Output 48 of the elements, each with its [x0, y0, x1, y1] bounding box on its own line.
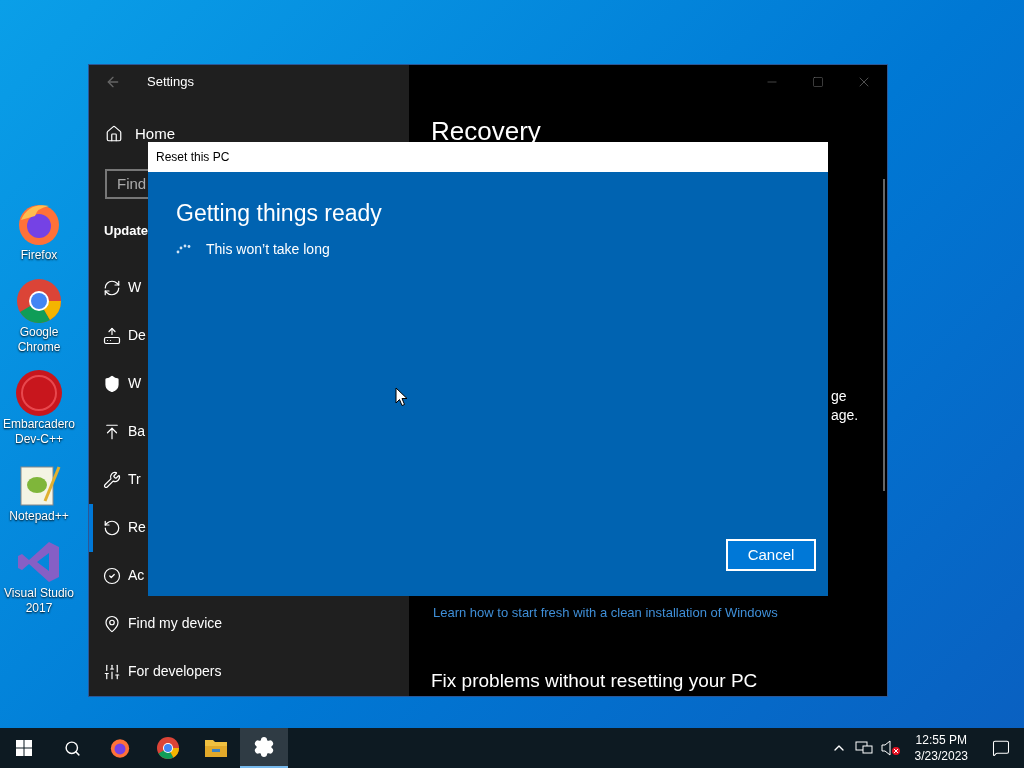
cancel-button[interactable]: Cancel: [726, 539, 816, 571]
disc-icon: [15, 369, 63, 417]
shield-icon: [103, 374, 121, 393]
nav-item[interactable]: Ba: [89, 407, 409, 456]
desktop-icon-label[interactable]: Notepad++: [9, 509, 69, 524]
chrome-icon: [156, 736, 180, 760]
dialog-title: Reset this PC: [156, 149, 230, 166]
network-icon[interactable]: [854, 740, 873, 756]
notification-icon[interactable]: [992, 739, 1010, 757]
upload-arrow-icon: [103, 422, 121, 441]
nav-item[interactable]: Ac: [89, 551, 409, 600]
sync-icon: [103, 278, 121, 297]
clean-install-link[interactable]: Learn how to start fresh with a clean installation of Windows: [433, 603, 887, 623]
mouse-pointer-icon: [395, 387, 408, 407]
muted-speaker-icon[interactable]: [880, 740, 901, 756]
search-icon: [63, 739, 81, 757]
desktop-icon-label[interactable]: Visual Studio 2017: [0, 586, 78, 616]
windows-logo-icon: [16, 740, 32, 756]
body-text: ge: [831, 387, 848, 406]
page-heading: Recovery: [431, 117, 542, 145]
home-icon: [105, 125, 123, 143]
section-heading: Fix problems without resetting your PC: [431, 668, 759, 693]
sliders-icon: [103, 662, 121, 681]
pin-icon: [103, 614, 121, 633]
taskbar-app-button[interactable]: [240, 728, 288, 768]
window-title: Settings: [147, 73, 194, 92]
body-text: age.: [831, 406, 860, 425]
wrench-icon: [103, 470, 121, 489]
desktop-icon-label[interactable]: Embarcadero Dev-C++: [0, 417, 78, 447]
check-circle-icon: [103, 566, 121, 585]
nav-item[interactable]: W: [89, 359, 409, 408]
nav-item[interactable]: Tr: [89, 455, 409, 504]
clock[interactable]: 12:55 PM 3/23/2023: [908, 732, 974, 764]
status-text: This won’t take long: [206, 239, 330, 259]
nav-item[interactable]: Find my device: [89, 599, 409, 648]
chrome-icon: [15, 277, 63, 325]
folder-icon: [204, 738, 228, 758]
nav-item[interactable]: De: [89, 311, 409, 360]
dialog-heading: Getting things ready: [176, 199, 383, 228]
scrollbar[interactable]: [883, 179, 885, 491]
upload-tray-icon: [103, 326, 121, 345]
fox-globe-icon: [109, 737, 131, 759]
rotate-icon: [103, 518, 121, 537]
home-nav-item[interactable]: Home: [89, 121, 409, 147]
nav-item[interactable]: W: [89, 263, 409, 312]
maximize-icon: [812, 76, 824, 88]
section-title: Update: [103, 222, 150, 240]
nav-item[interactable]: For developers: [89, 647, 409, 696]
